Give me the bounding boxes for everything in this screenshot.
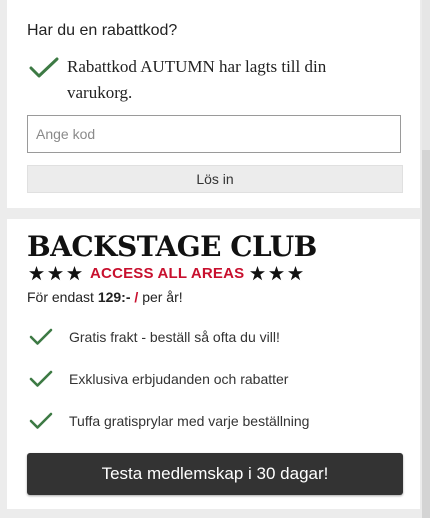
star-icon [288,265,304,280]
star-icon [250,265,266,280]
try-membership-button[interactable]: Testa medlemskap i 30 dagar! [27,453,403,495]
price-amount: 129:- [97,289,131,305]
stars-left [29,265,86,281]
star-icon [48,265,63,280]
coupon-card: Har du en rabattkod? Rabattkod AUTUMN ha… [7,0,420,208]
benefit-label: Tuffa gratisprylar med varje beställning [69,413,310,429]
benefit-item: Exklusiva erbjudanden och rabatter [29,369,288,389]
stars-right [250,265,307,281]
benefit-label: Exklusiva erbjudanden och rabatter [69,371,289,387]
scrollbar[interactable] [422,0,430,518]
club-tagline: ACCESS ALL AREAS [90,264,245,282]
star-icon [269,265,285,280]
club-price: För endast 129:- / per år! [27,289,183,305]
coupon-success-message: Rabattkod AUTUMN har lagts till din varu… [67,57,327,102]
price-separator: / [134,289,139,305]
scrollbar-thumb[interactable] [422,150,430,518]
check-icon [29,328,53,345]
club-tagline-row: ACCESS ALL AREAS [29,263,307,283]
coupon-code-input[interactable] [27,115,401,153]
price-suffix: per år! [142,289,183,305]
price-prefix: För endast [27,289,94,305]
redeem-button[interactable]: Lös in [27,165,403,193]
benefit-item: Tuffa gratisprylar med varje beställning [29,411,309,431]
benefit-item: Gratis frakt - beställ så ofta du vill! [29,327,280,347]
star-icon [29,265,44,280]
page: Har du en rabattkod? Rabattkod AUTUMN ha… [0,0,430,518]
check-icon [29,57,59,78]
benefit-label: Gratis frakt - beställ så ofta du vill! [69,329,280,345]
coupon-question: Har du en rabattkod? [27,22,178,39]
membership-card: BACKSTAGE CLUB ACCESS ALL AREAS För enda… [7,219,420,509]
star-icon [67,265,82,280]
check-icon [29,370,53,387]
check-icon [29,412,53,429]
club-title: BACKSTAGE CLUB [27,230,317,263]
